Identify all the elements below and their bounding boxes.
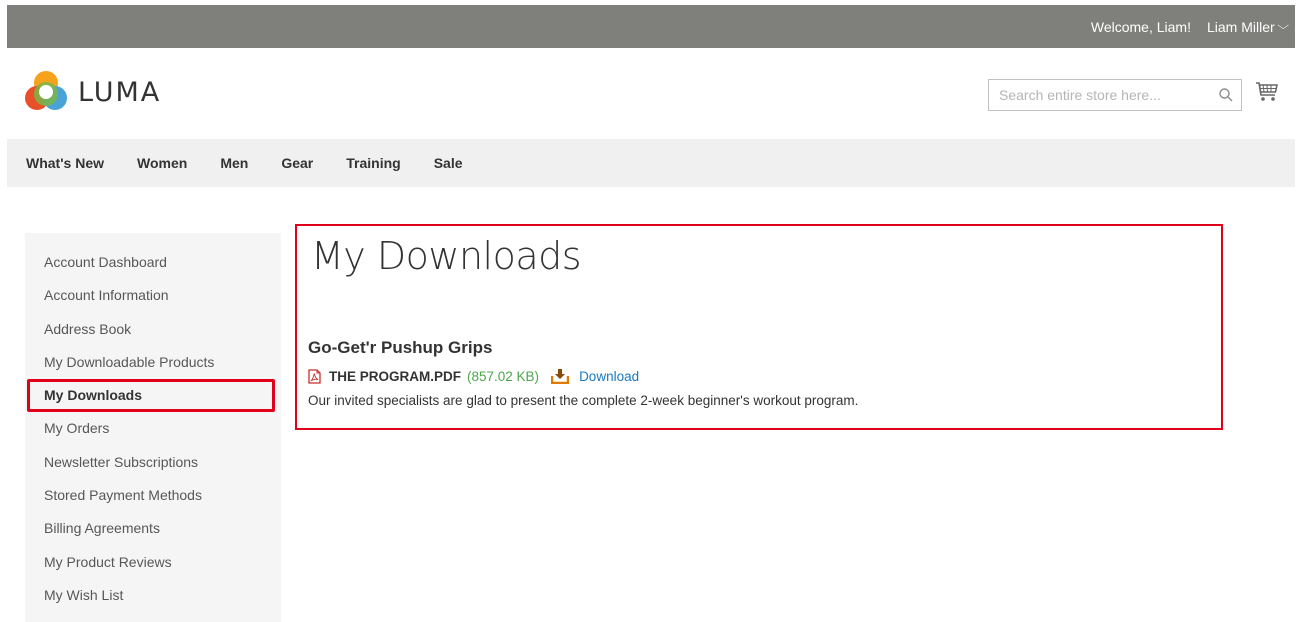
sidebar-item-my-wish-list[interactable]: My Wish List — [25, 579, 281, 612]
search-box — [988, 79, 1242, 111]
file-description: Our invited specialists are glad to pres… — [308, 393, 859, 408]
sidebar-item-my-orders[interactable]: My Orders — [25, 412, 281, 445]
welcome-message: Welcome, Liam! — [1090, 18, 1191, 35]
download-file-row: THE PROGRAM.PDF (857.02 KB) Download — [308, 368, 639, 384]
file-name: THE PROGRAM.PDF — [329, 368, 462, 384]
nav-item-training[interactable]: Training — [346, 155, 400, 171]
store-logo[interactable]: LUMA — [24, 70, 161, 114]
cart-icon[interactable] — [1255, 81, 1279, 108]
account-sidebar: Account Dashboard Account Information Ad… — [25, 233, 281, 622]
sidebar-item-newsletter-subscriptions[interactable]: Newsletter Subscriptions — [25, 446, 281, 479]
header-panel: Welcome, Liam! Liam Miller ⌵ — [7, 5, 1295, 48]
product-name: Go-Get'r Pushup Grips — [308, 338, 493, 357]
sidebar-item-address-book[interactable]: Address Book — [25, 313, 281, 346]
logo-text: LUMA — [78, 76, 162, 108]
nav-item-sale[interactable]: Sale — [434, 155, 463, 171]
sidebar-item-my-downloadable-products[interactable]: My Downloadable Products — [25, 346, 281, 379]
sidebar-item-billing-agreements[interactable]: Billing Agreements — [25, 512, 281, 545]
account-menu-toggle[interactable]: Liam Miller ⌵ — [1206, 18, 1289, 35]
sidebar-item-account-dashboard[interactable]: Account Dashboard — [25, 246, 281, 279]
search-input[interactable] — [989, 80, 1211, 110]
luma-logo-icon — [25, 71, 67, 110]
sidebar-item-account-information[interactable]: Account Information — [25, 279, 281, 312]
downloads-panel: My Downloads Go-Get'r Pushup Grips THE P… — [295, 224, 1223, 430]
search-icon[interactable] — [1211, 88, 1241, 102]
nav-item-gear[interactable]: Gear — [281, 155, 313, 171]
file-size: (857.02 KB) — [467, 368, 540, 384]
download-link[interactable]: Download — [551, 368, 639, 384]
download-icon — [551, 368, 570, 384]
nav-item-men[interactable]: Men — [220, 155, 248, 171]
sidebar-item-stored-payment-methods[interactable]: Stored Payment Methods — [25, 479, 281, 512]
sidebar-item-my-downloads[interactable]: My Downloads — [25, 379, 281, 413]
page-title: My Downloads — [311, 234, 582, 278]
sidebar-item-my-product-reviews[interactable]: My Product Reviews — [25, 546, 281, 579]
main-navigation: What's New Women Men Gear Training Sale — [7, 139, 1295, 187]
download-label: Download — [579, 368, 640, 384]
nav-item-women[interactable]: Women — [137, 155, 187, 171]
chevron-down-icon: ⌵ — [1276, 20, 1289, 32]
pdf-file-icon — [308, 368, 321, 384]
nav-item-whats-new[interactable]: What's New — [26, 155, 104, 171]
account-name: Liam Miller — [1206, 18, 1275, 35]
